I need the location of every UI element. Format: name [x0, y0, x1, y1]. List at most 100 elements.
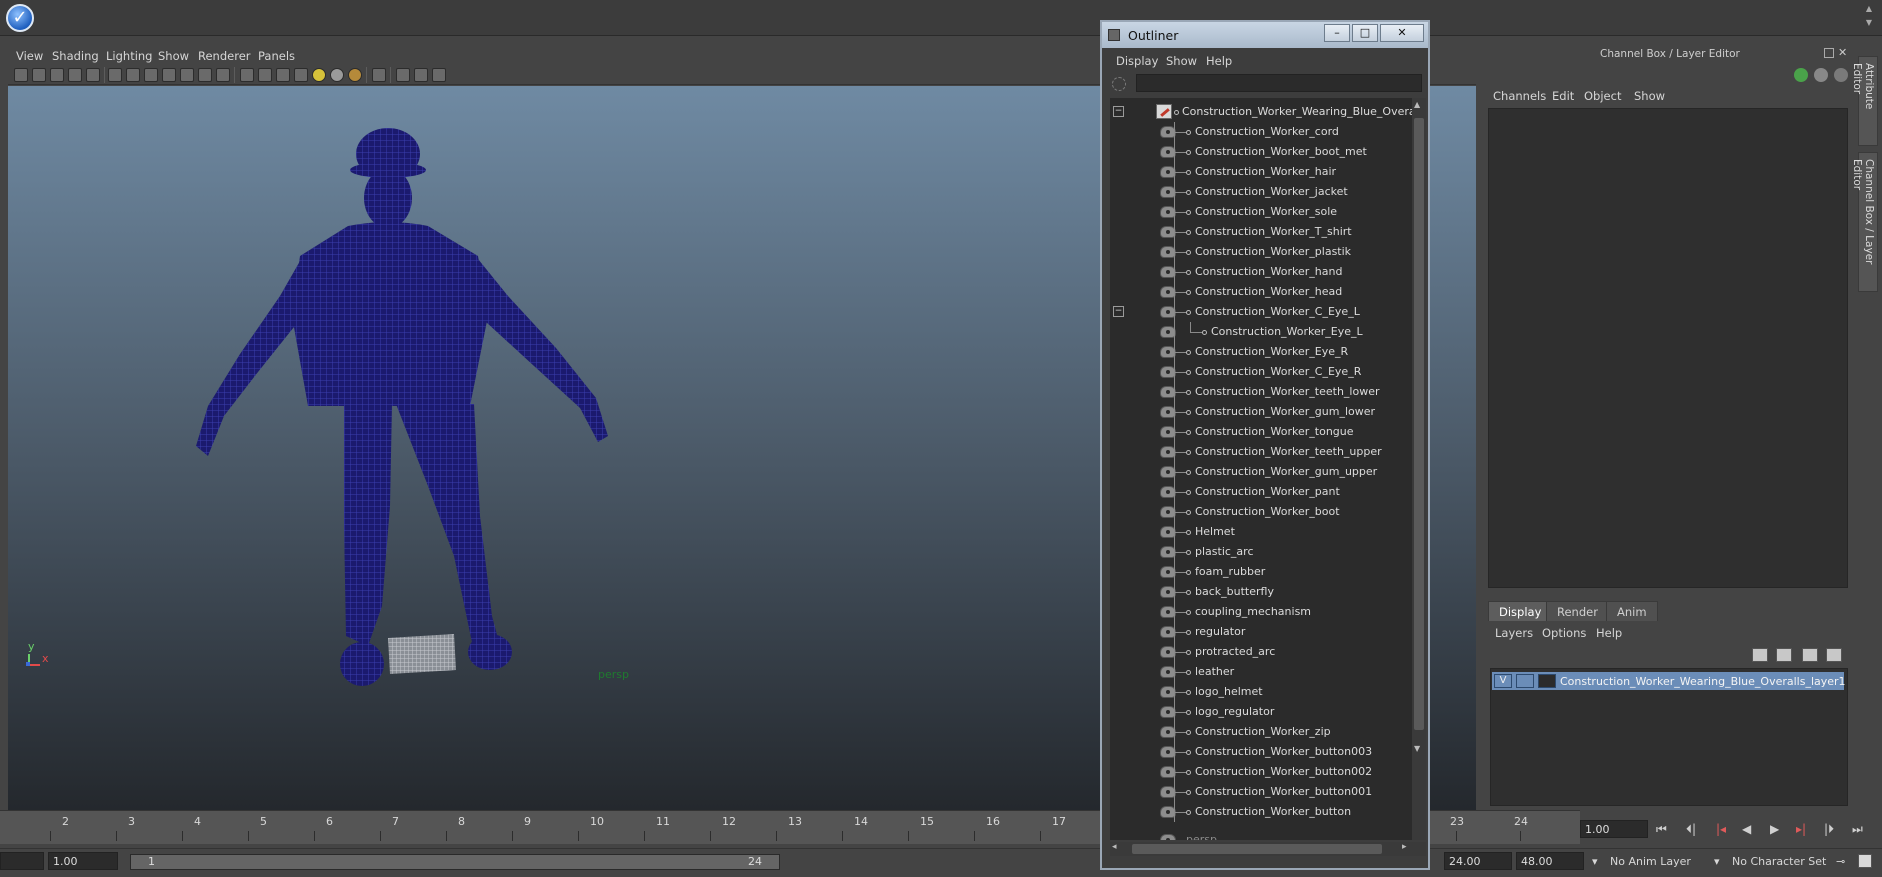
- outliner-root-row[interactable]: − Construction_Worker_Wearing_Blue_Overa…: [1110, 102, 1412, 122]
- outliner-item-row[interactable]: Construction_Worker_boot_met: [1110, 142, 1412, 162]
- grid-icon[interactable]: [126, 68, 140, 82]
- range-slider[interactable]: [130, 854, 780, 870]
- outliner-item-row[interactable]: coupling_mechanism: [1110, 602, 1412, 622]
- new-layer-from-selected-icon[interactable]: [1776, 648, 1792, 662]
- outliner-item-row[interactable]: logo_regulator: [1110, 702, 1412, 722]
- collapse-toggle[interactable]: −: [1113, 106, 1124, 117]
- outliner-item-row[interactable]: logo_helmet: [1110, 682, 1412, 702]
- menu-display[interactable]: Display: [1116, 54, 1158, 68]
- scrollbar-thumb[interactable]: [1132, 844, 1382, 854]
- anim-layer-dropdown[interactable]: No Anim Layer: [1610, 855, 1691, 868]
- textures-icon[interactable]: [348, 68, 362, 82]
- outliner-camera-row[interactable]: persp: [1110, 830, 1412, 840]
- anim-layer-dropdown-arrow[interactable]: ▾: [1592, 855, 1598, 868]
- filter-icon[interactable]: [1112, 77, 1126, 91]
- shadows-icon[interactable]: [330, 68, 344, 82]
- close-panel-icon[interactable]: ✕: [1838, 46, 1847, 59]
- key-icon[interactable]: ⊸: [1836, 855, 1845, 868]
- end-time-field[interactable]: 24.00: [1444, 852, 1512, 870]
- outliner-search-input[interactable]: [1136, 74, 1422, 92]
- tab-render[interactable]: Render: [1546, 601, 1609, 621]
- menu-layers[interactable]: Layers: [1495, 626, 1533, 640]
- outliner-item-row[interactable]: Construction_Worker_button: [1110, 802, 1412, 822]
- material-status-icon[interactable]: [1814, 68, 1828, 82]
- scrollbar-thumb[interactable]: [1414, 118, 1424, 730]
- go-to-start-icon[interactable]: ⏮: [1656, 822, 1667, 837]
- close-button[interactable]: ✕: [1380, 24, 1424, 42]
- outliner-item-row[interactable]: Construction_Worker_zip: [1110, 722, 1412, 742]
- xray-icon[interactable]: [294, 68, 308, 82]
- film-gate-icon[interactable]: [144, 68, 158, 82]
- camera-attributes-icon[interactable]: [32, 68, 46, 82]
- outliner-item-row[interactable]: Construction_Worker_C_Eye_R: [1110, 362, 1412, 382]
- menu-help[interactable]: Help: [1596, 626, 1622, 640]
- outliner-item-row[interactable]: Construction_Worker_T_shirt: [1110, 222, 1412, 242]
- character-set-dropdown[interactable]: No Character Set: [1732, 855, 1826, 868]
- scroll-up-arrow[interactable]: ▲: [1414, 100, 1420, 109]
- scroll-left-arrow[interactable]: ◂: [1112, 842, 1117, 852]
- menu-channels[interactable]: Channels: [1493, 89, 1546, 103]
- outliner-item-row[interactable]: Construction_Worker_hair: [1110, 162, 1412, 182]
- outliner-item-row[interactable]: Construction_Worker_tongue: [1110, 422, 1412, 442]
- outliner-item-row[interactable]: Helmet: [1110, 522, 1412, 542]
- menu-object[interactable]: Object: [1584, 89, 1621, 103]
- field-chart-icon[interactable]: [198, 68, 212, 82]
- maximize-button[interactable]: □: [1352, 24, 1378, 42]
- scroll-down-arrow[interactable]: ▼: [1414, 744, 1420, 753]
- outliner-item-row[interactable]: protracted_arc: [1110, 642, 1412, 662]
- default-lighting-icon[interactable]: [312, 68, 326, 82]
- character-set-dropdown-arrow[interactable]: ▾: [1714, 855, 1720, 868]
- outliner-item-row[interactable]: Construction_Worker_pant: [1110, 482, 1412, 502]
- smooth-shade-icon[interactable]: [258, 68, 272, 82]
- axis-status-icon[interactable]: [1794, 68, 1808, 82]
- menu-show[interactable]: Show: [1166, 54, 1197, 68]
- outliner-item-row[interactable]: Construction_Worker_Eye_R: [1110, 342, 1412, 362]
- outliner-item-row[interactable]: Construction_Worker_plastik: [1110, 242, 1412, 262]
- image-plane-icon[interactable]: [68, 68, 82, 82]
- outliner-item-row[interactable]: Construction_Worker_teeth_upper: [1110, 442, 1412, 462]
- move-layer-down-icon[interactable]: [1826, 648, 1842, 662]
- wireframe-shade-icon[interactable]: [240, 68, 254, 82]
- menu-shading[interactable]: Shading: [52, 49, 99, 63]
- layer-visibility-toggle[interactable]: V: [1494, 674, 1512, 688]
- pen-status-icon[interactable]: [1834, 68, 1848, 82]
- menu-panels[interactable]: Panels: [258, 49, 295, 63]
- float-panel-icon[interactable]: [1824, 48, 1834, 58]
- outliner-item-row[interactable]: Construction_Worker_hand: [1110, 262, 1412, 282]
- xray-joints-icon[interactable]: [396, 68, 410, 82]
- outliner-item-row[interactable]: Construction_Worker_button003: [1110, 742, 1412, 762]
- menu-options[interactable]: Options: [1542, 626, 1586, 640]
- menu-renderer[interactable]: Renderer: [198, 49, 251, 63]
- menu-show[interactable]: Show: [1634, 89, 1665, 103]
- start-time-field[interactable]: [0, 852, 44, 870]
- range-start-field[interactable]: 1.00: [48, 852, 118, 870]
- step-back-key-icon[interactable]: ⏴|: [1686, 822, 1696, 837]
- playback-end-field[interactable]: 48.00: [1516, 852, 1584, 870]
- go-to-end-icon[interactable]: ⏭: [1852, 822, 1863, 837]
- outliner-item-row[interactable]: leather: [1110, 662, 1412, 682]
- menu-help[interactable]: Help: [1206, 54, 1232, 68]
- toolbar-scroll-arrows[interactable]: ▲ ▼: [1864, 2, 1874, 32]
- gate-mask-icon[interactable]: [180, 68, 194, 82]
- outliner-titlebar[interactable]: Outliner – □ ✕: [1102, 22, 1428, 48]
- share-icon[interactable]: [432, 68, 446, 82]
- outliner-item-row[interactable]: foam_rubber: [1110, 562, 1412, 582]
- tab-attribute-editor[interactable]: Attribute Editor: [1851, 56, 1878, 146]
- outliner-item-row[interactable]: Construction_Worker_gum_lower: [1110, 402, 1412, 422]
- step-forward-key-icon[interactable]: |⏵: [1824, 822, 1834, 837]
- outliner-item-row[interactable]: Construction_Worker_boot: [1110, 502, 1412, 522]
- play-forward-icon[interactable]: ▶: [1770, 822, 1779, 836]
- safe-title-icon[interactable]: [216, 68, 230, 82]
- isolate-select-icon[interactable]: [372, 68, 386, 82]
- menu-edit[interactable]: Edit: [1552, 89, 1574, 103]
- play-backward-icon[interactable]: ◀: [1742, 822, 1751, 836]
- outliner-item-row[interactable]: Construction_Worker_jacket: [1110, 182, 1412, 202]
- outliner-item-row[interactable]: Construction_Worker_Eye_L: [1110, 322, 1412, 342]
- outliner-item-row[interactable]: − Construction_Worker_C_Eye_L: [1110, 302, 1412, 322]
- tab-display[interactable]: Display: [1488, 601, 1553, 621]
- outliner-item-row[interactable]: regulator: [1110, 622, 1412, 642]
- menu-show[interactable]: Show: [158, 49, 189, 63]
- outliner-item-row[interactable]: plastic_arc: [1110, 542, 1412, 562]
- outliner-item-row[interactable]: Construction_Worker_button002: [1110, 762, 1412, 782]
- menu-view[interactable]: View: [16, 49, 43, 63]
